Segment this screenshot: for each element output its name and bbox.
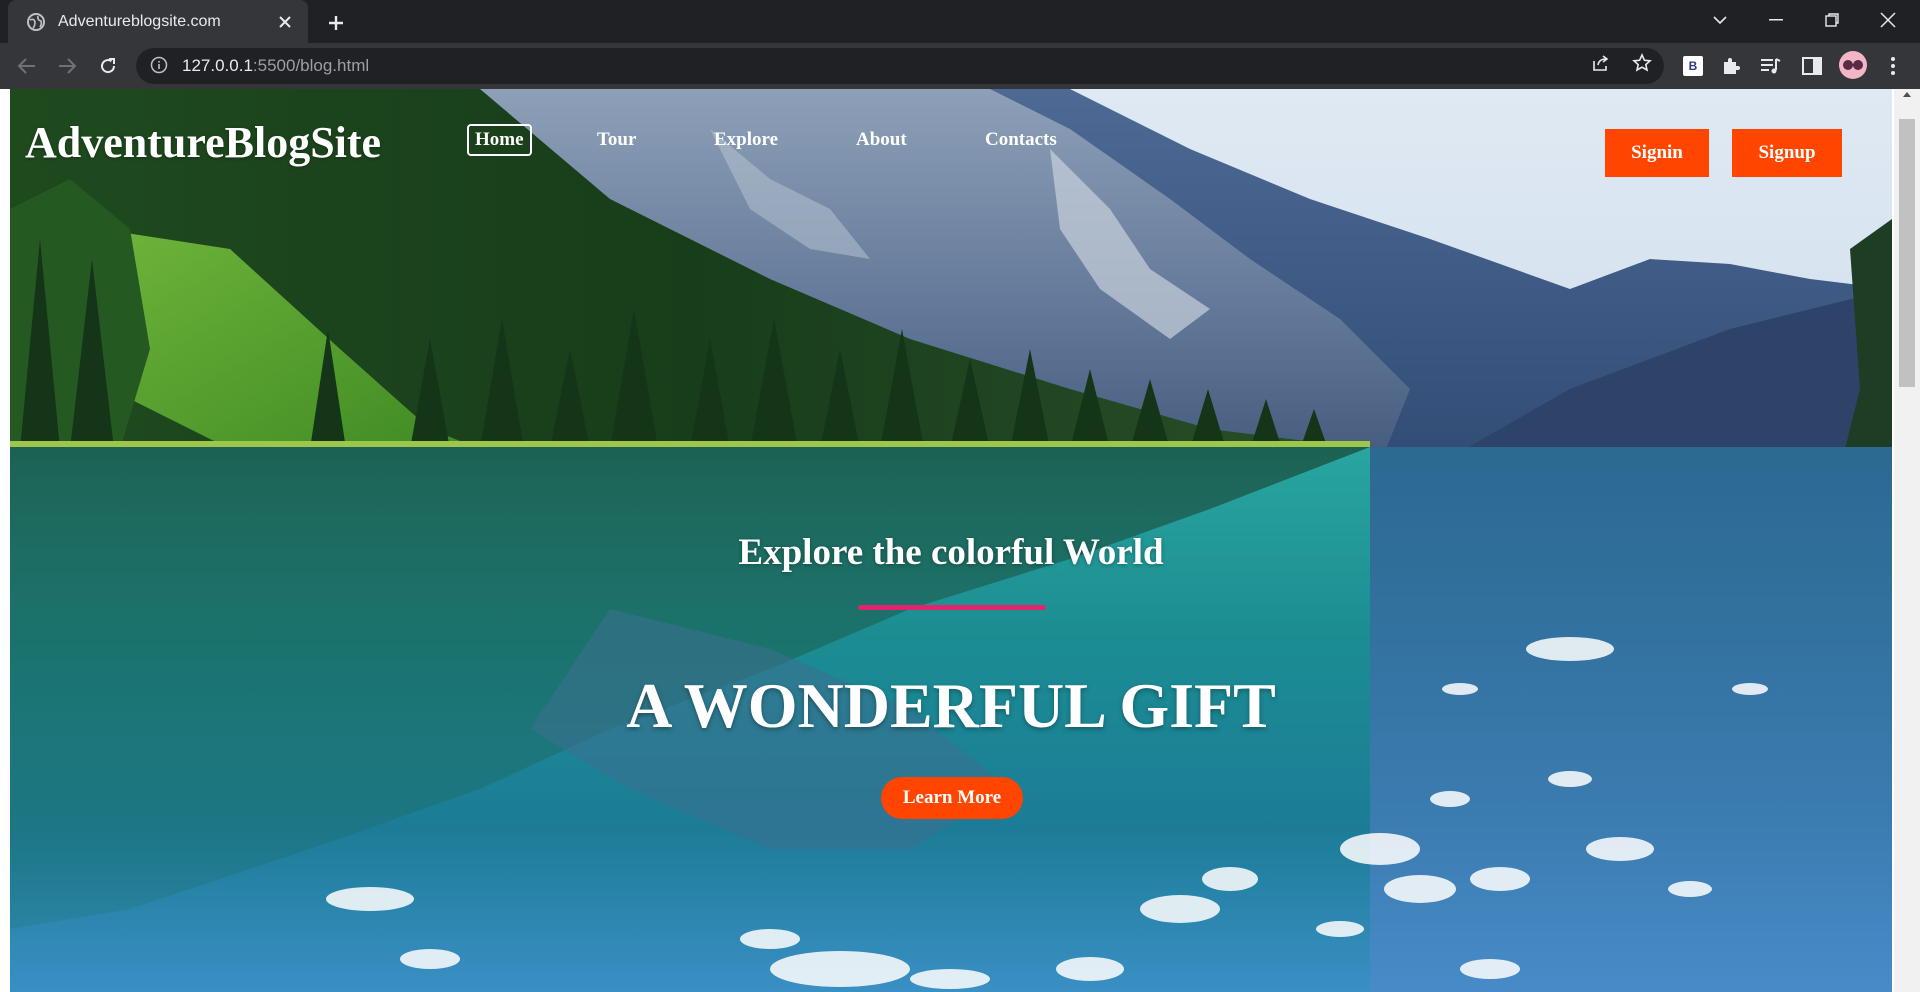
hero-subtitle: Explore the colorful World [738,532,1164,573]
vertical-scrollbar[interactable] [1894,89,1920,992]
page-viewport: AdventureBlogSite Home Tour Explore Abou… [0,89,1920,992]
hero-section: AdventureBlogSite Home Tour Explore Abou… [10,89,1892,992]
reload-icon[interactable] [93,51,123,81]
nav-contacts[interactable]: Contacts [979,124,1063,156]
minimize-icon[interactable] [1748,0,1804,40]
hero-divider [858,605,1046,610]
forward-arrow-icon[interactable] [52,51,82,81]
tab-strip: Adventureblogsite.com [0,0,1920,43]
scroll-up-arrow-icon[interactable] [1903,92,1911,97]
browser-toolbar: 127.0.0.1:5500/blog.html B [0,43,1920,89]
star-icon[interactable] [1630,51,1654,75]
signin-button[interactable]: Signin [1605,129,1709,177]
site-logo[interactable]: AdventureBlogSite [25,117,381,168]
back-arrow-icon[interactable] [12,51,42,81]
plus-icon[interactable] [322,9,350,37]
active-tab[interactable]: Adventureblogsite.com [8,0,308,43]
avatar[interactable] [1839,51,1867,79]
nav-explore[interactable]: Explore [708,124,784,156]
url-text: 127.0.0.1:5500/blog.html [182,56,370,75]
hero-title: A WONDERFUL GIFT [626,670,1276,741]
window-close-icon[interactable] [1860,0,1916,40]
scrollbar-thumb[interactable] [1899,119,1915,387]
info-icon[interactable] [150,56,170,76]
nav-tour[interactable]: Tour [591,124,642,156]
chevron-down-icon[interactable] [1692,0,1748,40]
globe-icon [26,12,46,32]
address-bar[interactable]: 127.0.0.1:5500/blog.html [136,48,1664,84]
puzzle-icon[interactable] [1718,53,1744,79]
media-icon[interactable] [1758,53,1784,79]
restore-icon[interactable] [1804,0,1860,40]
signup-button[interactable]: Signup [1732,129,1842,177]
sidebar-icon[interactable] [1799,53,1825,79]
close-icon[interactable] [274,11,296,33]
tab-title: Adventureblogsite.com [58,12,221,30]
nav-about[interactable]: About [850,124,913,156]
nav-home[interactable]: Home [467,124,532,156]
extension-b-icon[interactable]: B [1680,53,1706,79]
menu-dots-icon[interactable] [1880,53,1906,79]
share-icon[interactable] [1589,51,1613,75]
learn-more-button[interactable]: Learn More [881,777,1023,819]
